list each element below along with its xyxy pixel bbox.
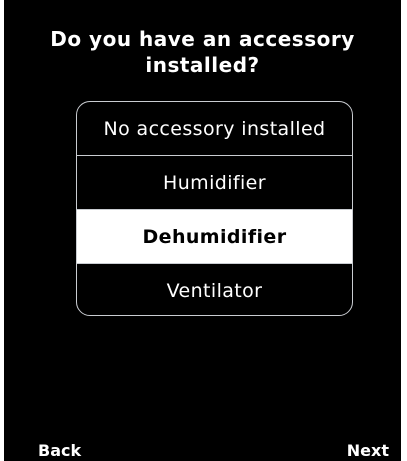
option-dehumidifier[interactable]: Dehumidifier — [77, 210, 352, 264]
option-humidifier[interactable]: Humidifier — [77, 156, 352, 210]
next-button[interactable]: Next — [347, 441, 389, 461]
thermostat-screen: Do you have an accessory installed? No a… — [4, 0, 401, 461]
option-ventilator[interactable]: Ventilator — [77, 264, 352, 315]
accessory-options-list: No accessory installed Humidifier Dehumi… — [76, 101, 353, 316]
option-no-accessory[interactable]: No accessory installed — [77, 102, 352, 156]
page-title: Do you have an accessory installed? — [4, 26, 401, 78]
page-title-line-1: Do you have an accessory — [50, 27, 355, 51]
back-button[interactable]: Back — [38, 441, 81, 461]
page-title-line-2: installed? — [145, 53, 260, 77]
